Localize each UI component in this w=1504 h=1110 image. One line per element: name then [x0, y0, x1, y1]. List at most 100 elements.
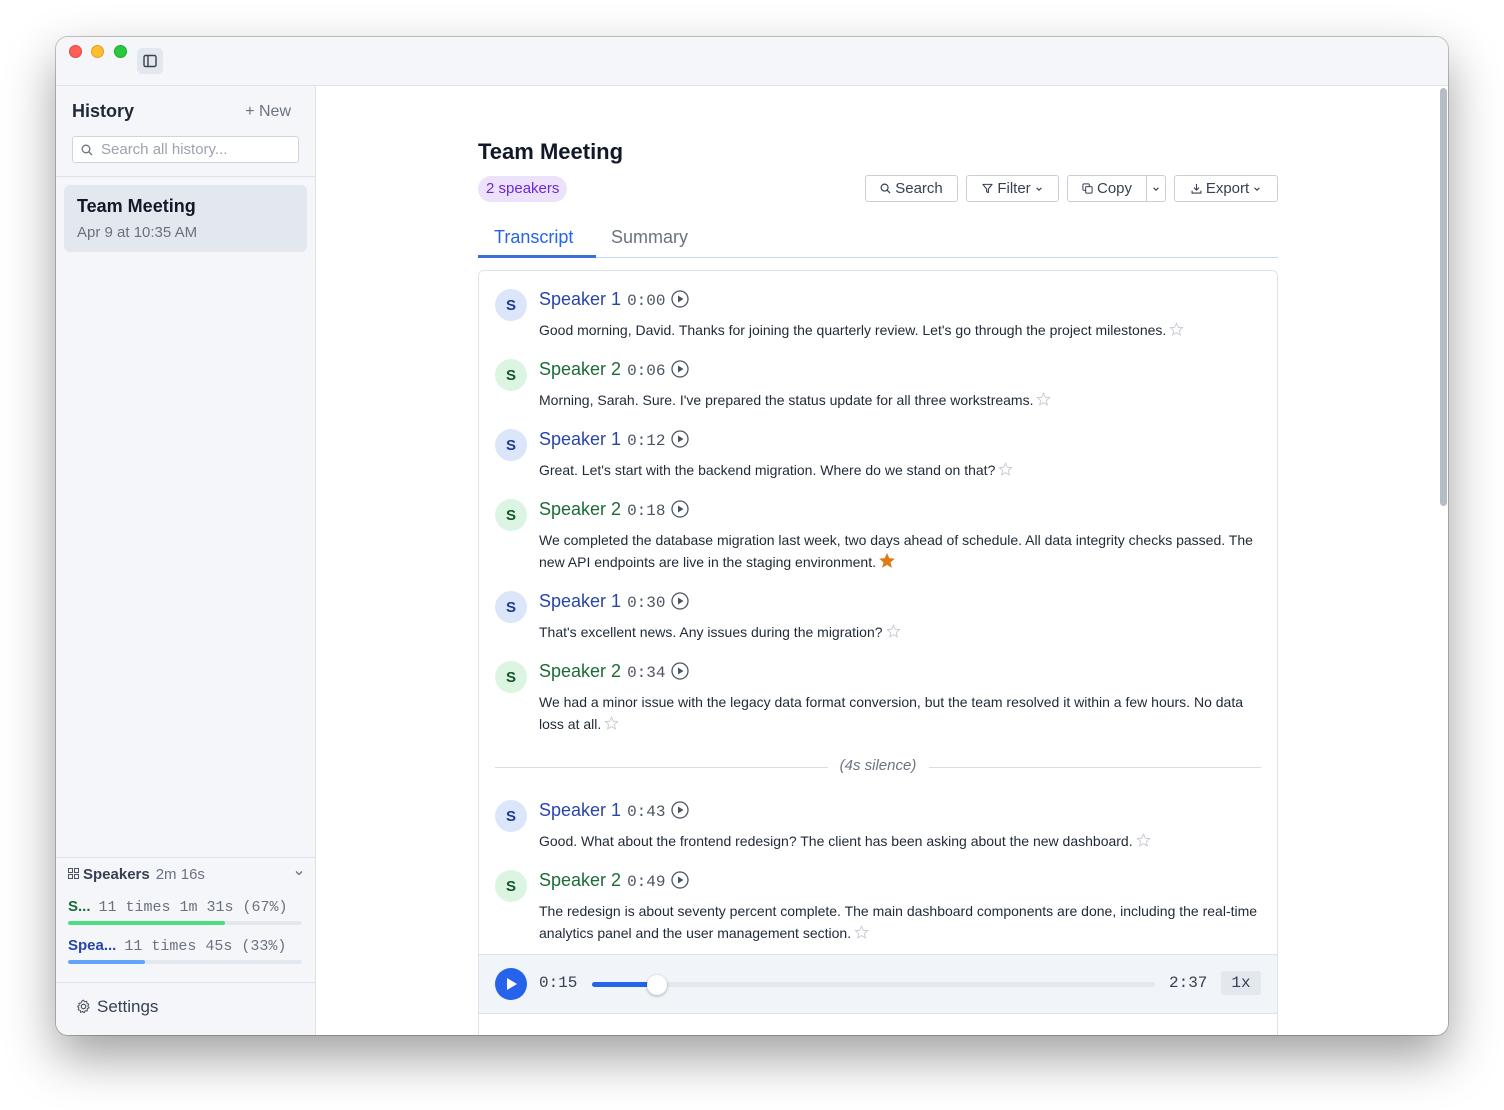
history-search-input[interactable]	[101, 137, 291, 162]
play-segment-icon[interactable]	[671, 662, 690, 685]
history-item-date: Apr 9 at 10:35 AM	[77, 224, 198, 241]
timestamp[interactable]: 0:30	[627, 594, 665, 612]
entry-text: We completed the database migration last…	[539, 529, 1263, 575]
seek-handle[interactable]	[646, 975, 667, 995]
entry-text: Good. What about the frontend redesign? …	[539, 830, 1263, 854]
play-segment-icon[interactable]	[671, 801, 690, 824]
app-window: History + New Team Meeting Apr 9 at 10:3…	[56, 37, 1448, 1035]
speaker-avatar: S	[495, 800, 527, 832]
speaker-name[interactable]: Speaker 2	[539, 359, 621, 379]
entry-text-content: We completed the database migration last…	[539, 532, 1253, 570]
transcript-panel: S Speaker 2 0:49 The redesign is about seve…	[478, 270, 1278, 1035]
entry-text-content: The redesign is about seventy percent co…	[539, 903, 1258, 941]
tab-bar: Transcript Summary	[478, 225, 1278, 258]
speaker-share-bar	[68, 921, 302, 925]
speaker-name[interactable]: Speaker 1	[539, 429, 621, 449]
history-item[interactable]: Team Meeting Apr 9 at 10:35 AM	[64, 185, 307, 252]
speakers-section-toggle[interactable]: Speakers 2m 16s	[68, 866, 304, 883]
speaker-share-fill	[68, 921, 225, 925]
entry-text: The redesign is about seventy percent co…	[539, 900, 1263, 946]
speaker-stat-name: S...	[68, 898, 91, 915]
divider	[56, 982, 315, 983]
history-item-title: Team Meeting	[77, 196, 196, 216]
entry-text-content: Morning, Sarah. Sure. I've prepared the …	[539, 392, 1034, 408]
entry-text-content: That's excellent news. Any issues during…	[539, 624, 883, 640]
entry-header: Speaker 2 0:49	[539, 870, 690, 894]
divider	[56, 857, 315, 858]
copy-icon	[1082, 183, 1093, 194]
scrollbar[interactable]	[1440, 88, 1447, 506]
entry-header: Speaker 2 0:06	[539, 359, 690, 383]
timestamp[interactable]: 0:06	[627, 362, 665, 380]
chevron-down-icon	[1035, 186, 1042, 191]
play-segment-icon[interactable]	[671, 430, 690, 453]
total-time: 2:37	[1169, 974, 1208, 992]
speaker-name[interactable]: Speaker 1	[539, 591, 621, 611]
play-icon	[507, 978, 517, 990]
close-window-button[interactable]	[69, 45, 82, 58]
chevron-down-icon	[1254, 186, 1260, 191]
speaker-avatar: S	[495, 289, 527, 321]
entry-header: Speaker 1 0:43	[539, 800, 690, 824]
sidebar-toggle-button[interactable]	[137, 48, 163, 74]
tab-summary[interactable]: Summary	[611, 227, 688, 248]
play-segment-icon[interactable]	[671, 592, 690, 615]
speaker-name[interactable]: Speaker 1	[539, 800, 621, 820]
timestamp[interactable]: 0:43	[627, 803, 665, 821]
timestamp[interactable]: 0:34	[627, 664, 665, 682]
entry-text-content: Good morning, David. Thanks for joining …	[539, 322, 1167, 338]
speaker-avatar: S	[495, 661, 527, 693]
playback-speed-button[interactable]: 1x	[1221, 971, 1261, 995]
zoom-window-button[interactable]	[114, 45, 127, 58]
speaker-avatar: S	[495, 870, 527, 902]
speaker-share-fill	[68, 960, 146, 964]
star-icon[interactable]	[1169, 321, 1185, 343]
history-search[interactable]	[72, 136, 299, 163]
export-button[interactable]: Export	[1174, 175, 1278, 202]
speaker-name[interactable]: Speaker 2	[539, 499, 621, 519]
timestamp[interactable]: 0:12	[627, 432, 665, 450]
timestamp[interactable]: 0:18	[627, 502, 665, 520]
speaker-stat-row: Spea... 11 times 45s (33%)	[68, 937, 304, 955]
entry-text-content: Great. Let's start with the backend migr…	[539, 462, 996, 478]
speakers-label: Speakers	[83, 866, 150, 883]
copy-options-button[interactable]	[1146, 175, 1166, 202]
speaker-name[interactable]: Speaker 1	[539, 289, 621, 309]
speakers-badge: 2 speakers	[478, 176, 568, 202]
speaker-name[interactable]: Speaker 2	[539, 870, 621, 890]
star-icon[interactable]	[854, 924, 869, 946]
search-icon	[81, 144, 93, 156]
star-icon[interactable]	[604, 715, 620, 737]
play-button[interactable]	[495, 968, 527, 1000]
star-filled-icon[interactable]	[879, 552, 895, 575]
tab-transcript[interactable]: Transcript	[494, 227, 573, 248]
play-segment-icon[interactable]	[671, 500, 690, 523]
download-icon	[1191, 183, 1202, 194]
timestamp[interactable]: 0:49	[627, 873, 665, 891]
minimize-window-button[interactable]	[91, 45, 104, 58]
play-segment-icon[interactable]	[671, 871, 690, 894]
speaker-avatar: S	[495, 429, 527, 461]
filter-icon	[982, 183, 993, 194]
star-icon[interactable]	[885, 623, 901, 645]
speaker-name[interactable]: Speaker 2	[539, 661, 621, 681]
settings-button[interactable]: Settings	[76, 997, 158, 1017]
copy-button[interactable]: Copy	[1067, 175, 1147, 202]
star-icon[interactable]	[998, 461, 1014, 483]
speaker-stat-values: 11 times 45s (33%)	[124, 938, 287, 955]
entry-text-content: Good. What about the frontend redesign? …	[539, 833, 1133, 849]
search-button[interactable]: Search	[865, 175, 958, 202]
play-segment-icon[interactable]	[671, 290, 690, 313]
history-title: History	[72, 101, 135, 121]
star-icon[interactable]	[1135, 832, 1151, 854]
play-segment-icon[interactable]	[671, 360, 690, 383]
timestamp[interactable]: 0:00	[627, 292, 665, 310]
star-icon[interactable]	[1036, 391, 1052, 413]
new-button[interactable]: + New	[245, 103, 291, 121]
silence-divider: (4s silence)	[495, 757, 1261, 777]
divider	[56, 176, 315, 177]
seek-bar[interactable]	[592, 975, 1155, 995]
grid-icon	[68, 868, 79, 879]
export-button-label: Export	[1205, 180, 1250, 197]
filter-button[interactable]: Filter	[966, 175, 1059, 202]
